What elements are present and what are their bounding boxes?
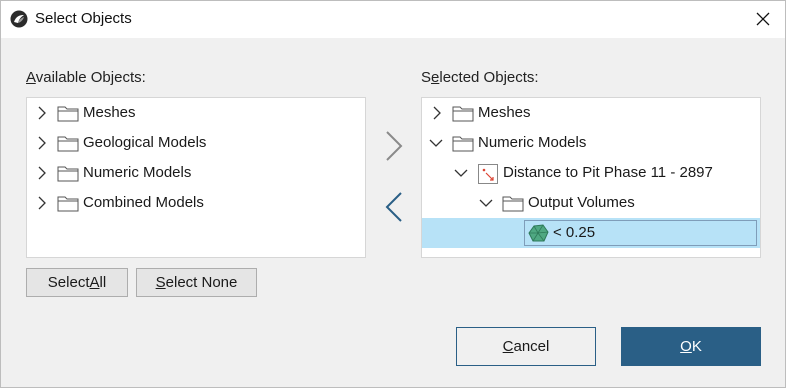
chevron-right-icon[interactable] [35,196,49,210]
close-button[interactable] [740,0,786,38]
folder-icon [452,136,474,152]
window-title: Select Objects [35,10,132,27]
tree-item-label: < 0.25 [553,224,596,241]
tree-item-meshes[interactable]: Meshes [27,98,365,128]
chevron-right-icon[interactable] [430,106,444,120]
tree-item-label: Output Volumes [528,194,635,211]
chevron-right-icon[interactable] [35,106,49,120]
folder-icon [57,166,79,182]
tree-item-numeric-models[interactable]: Numeric Models [27,158,365,188]
tree-item-label: Numeric Models [83,164,192,181]
volume-mesh-icon [528,224,549,242]
chevron-left-icon [385,192,402,222]
tree-item-label: Distance to Pit Phase 11 - 2897 [503,164,713,181]
chevron-right-icon [386,131,403,161]
cancel-button[interactable]: Cancel [456,327,596,366]
tree-item-label: Meshes [83,104,136,121]
folder-icon [502,196,524,212]
select-none-button[interactable]: Select None [136,268,257,297]
tree-item-label: Meshes [478,104,531,121]
chevron-right-icon[interactable] [35,136,49,150]
chevron-down-icon[interactable] [454,166,468,180]
tree-item-output-volumes[interactable]: Output Volumes [422,188,760,218]
distance-model-icon [478,164,498,184]
app-logo-icon [10,10,28,28]
add-to-selected-button[interactable] [382,129,406,163]
close-icon [756,12,770,26]
selected-objects-label: Selected Objects: [421,69,539,86]
remove-from-selected-button[interactable] [382,190,406,224]
tree-item-label: Numeric Models [478,134,587,151]
title-bar: Select Objects [0,0,786,38]
chevron-down-icon[interactable] [429,136,443,150]
tree-item-label: Combined Models [83,194,204,211]
select-all-button[interactable]: Select All [26,268,128,297]
available-objects-label: Available Objects: [26,69,146,86]
tree-item-label: Geological Models [83,134,207,151]
tree-item-volume-selected[interactable]: < 0.25 [422,218,760,248]
tree-item-meshes[interactable]: Meshes [422,98,760,128]
folder-icon [57,136,79,152]
selected-objects-tree[interactable]: Meshes Numeric Models Distance to Pit Ph… [421,97,761,258]
tree-item-distance-model[interactable]: Distance to Pit Phase 11 - 2897 [422,158,760,188]
folder-icon [452,106,474,122]
ok-button[interactable]: OK [621,327,761,366]
available-objects-tree[interactable]: Meshes Geological Models Numeric Models … [26,97,366,258]
folder-icon [57,196,79,212]
tree-item-numeric-models[interactable]: Numeric Models [422,128,760,158]
folder-icon [57,106,79,122]
tree-item-combined-models[interactable]: Combined Models [27,188,365,218]
tree-item-geological-models[interactable]: Geological Models [27,128,365,158]
chevron-right-icon[interactable] [35,166,49,180]
chevron-down-icon[interactable] [479,196,493,210]
